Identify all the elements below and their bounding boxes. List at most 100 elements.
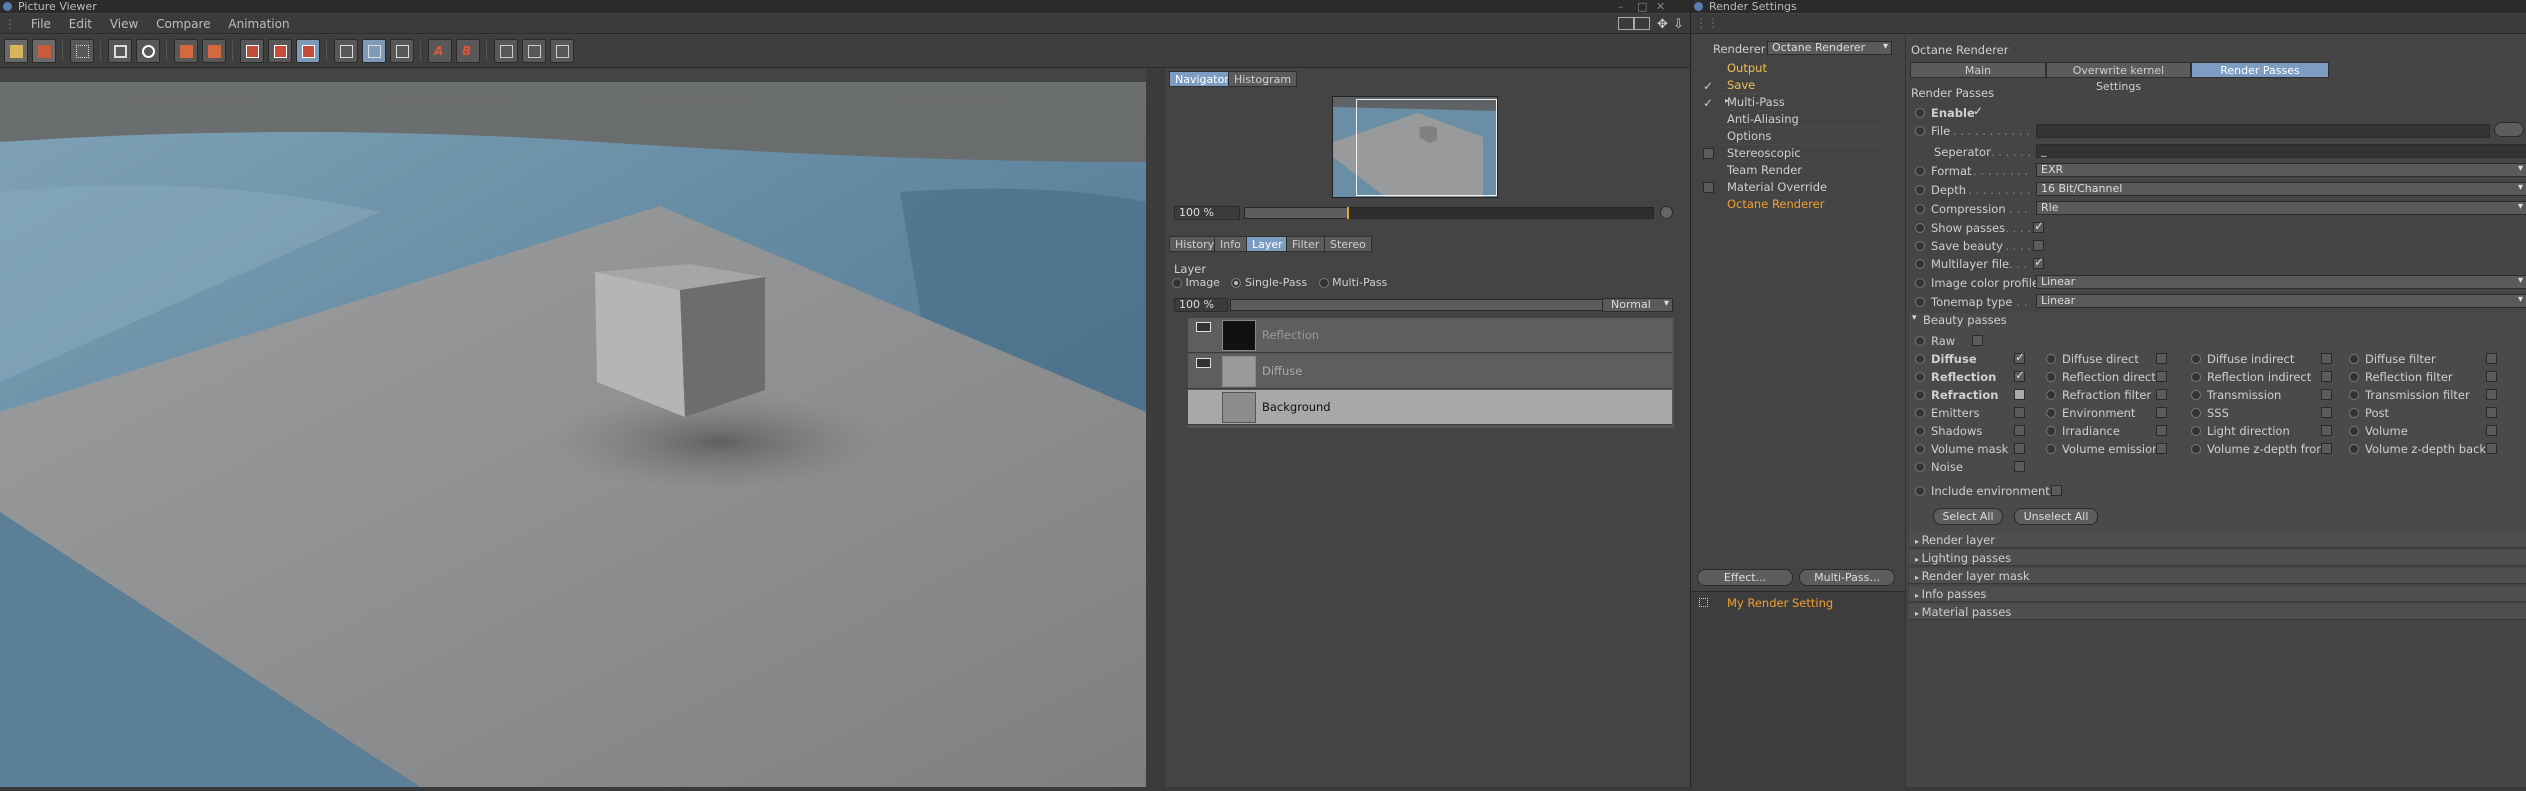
compare-split-button[interactable] xyxy=(362,39,386,63)
diffuse-filter-radio[interactable] xyxy=(2349,354,2359,364)
compression-dropdown[interactable]: Rle xyxy=(2036,201,2526,215)
collapse-arrow-icon[interactable]: ▾ xyxy=(1912,313,1917,323)
maximize-icon[interactable]: □ xyxy=(1637,0,1647,13)
tree-anti-aliasing[interactable]: Anti-Aliasing xyxy=(1719,111,1884,128)
file-radio[interactable] xyxy=(1915,126,1925,136)
layout-single-icon[interactable] xyxy=(1618,17,1634,30)
raw-checkbox[interactable] xyxy=(1972,335,1983,346)
post-radio[interactable] xyxy=(2349,408,2359,418)
shadows-radio[interactable] xyxy=(1915,426,1925,436)
menu-view[interactable]: View xyxy=(103,14,145,34)
arrow-down-icon[interactable]: ⇩ xyxy=(1666,15,1691,35)
volume-z-depth-front-radio[interactable] xyxy=(2191,444,2201,454)
diffuse-radio[interactable] xyxy=(1915,354,1925,364)
menu-file[interactable]: File xyxy=(24,14,58,34)
show-passes-checkbox[interactable] xyxy=(2033,219,2044,233)
tree-options[interactable]: Options xyxy=(1719,128,1884,145)
enable-checkmark-icon[interactable]: ✓ xyxy=(1973,104,1983,118)
file-input[interactable] xyxy=(2036,124,2490,138)
diffuse-direct-radio[interactable] xyxy=(2046,354,2056,364)
paste-button[interactable] xyxy=(202,39,226,63)
navigator-view-rect[interactable] xyxy=(1356,99,1497,196)
tree-output[interactable]: Output xyxy=(1719,60,1884,77)
render-viewport[interactable] xyxy=(0,82,1146,787)
transmission-filter-checkbox[interactable] xyxy=(2486,389,2497,400)
open-file-button[interactable] xyxy=(4,39,28,63)
include-environment-radio[interactable] xyxy=(1915,486,1925,496)
file-browse-button[interactable] xyxy=(2494,122,2524,137)
lighting-passes-section[interactable]: ▸ Lighting passes xyxy=(1909,550,2526,566)
tab-filter[interactable]: Filter xyxy=(1286,236,1326,252)
view-layout-2-button[interactable] xyxy=(522,39,546,63)
sss-checkbox[interactable] xyxy=(2321,407,2332,418)
volume-mask-checkbox[interactable] xyxy=(2014,443,2025,454)
raw-radio[interactable] xyxy=(1915,336,1925,346)
layer-opacity-field[interactable]: 100 % xyxy=(1174,298,1228,312)
show-passes-radio[interactable] xyxy=(1915,223,1925,233)
refraction-radio[interactable] xyxy=(1915,390,1925,400)
sss-radio[interactable] xyxy=(2191,408,2201,418)
tree-material-override[interactable]: Material Override xyxy=(1719,179,1884,196)
reflection-indirect-radio[interactable] xyxy=(2191,372,2201,382)
tonemap-dropdown[interactable]: Linear xyxy=(2036,294,2526,308)
material-override-checkbox[interactable] xyxy=(1703,182,1714,193)
image-color-profile-dropdown[interactable]: Linear xyxy=(2036,275,2526,289)
diffuse-indirect-radio[interactable] xyxy=(2191,354,2201,364)
zoom-field[interactable]: 100 % xyxy=(1174,206,1240,220)
info-passes-section[interactable]: ▸ Info passes xyxy=(1909,586,2526,602)
light-direction-radio[interactable] xyxy=(2191,426,2201,436)
tab-layer[interactable]: Layer xyxy=(1246,236,1289,252)
close-icon[interactable]: ✕ xyxy=(1656,0,1665,13)
mode-multi-pass-radio[interactable] xyxy=(1318,278,1329,288)
volume-emission-radio[interactable] xyxy=(2046,444,2056,454)
reflection-direct-radio[interactable] xyxy=(2046,372,2056,382)
save-beauty-radio[interactable] xyxy=(1915,241,1925,251)
fit-button[interactable] xyxy=(108,39,132,63)
renderer-dropdown[interactable]: Octane Renderer xyxy=(1767,41,1892,55)
volume-mask-radio[interactable] xyxy=(1915,444,1925,454)
view-layout-1-button[interactable] xyxy=(494,39,518,63)
multilayer-checkbox[interactable] xyxy=(2033,255,2044,269)
format-radio[interactable] xyxy=(1915,166,1925,176)
tab-overwrite-kernel[interactable]: Overwrite kernel Settings xyxy=(2046,62,2191,93)
unselect-all-button[interactable]: Unselect All xyxy=(2014,508,2098,525)
compare-ab-button[interactable] xyxy=(334,39,358,63)
checkmark-icon[interactable]: ✓ xyxy=(1703,96,1713,110)
expand-arrow-icon[interactable]: ▸ xyxy=(1725,96,1729,105)
noise-checkbox[interactable] xyxy=(2014,461,2025,472)
layer-row-reflection[interactable]: Reflection xyxy=(1188,318,1672,353)
mode-image-radio[interactable] xyxy=(1172,278,1182,288)
emitters-radio[interactable] xyxy=(1915,408,1925,418)
refraction-checkbox[interactable] xyxy=(2014,389,2025,400)
render-setting-item[interactable]: My Render Setting xyxy=(1727,596,1833,610)
diffuse-checkbox[interactable] xyxy=(2014,350,2025,364)
stereoscopic-checkbox[interactable] xyxy=(1703,148,1714,159)
transmission-radio[interactable] xyxy=(2191,390,2201,400)
checkmark-icon[interactable]: ✓ xyxy=(1703,79,1713,93)
light-direction-checkbox[interactable] xyxy=(2321,425,2332,436)
format-dropdown[interactable]: EXR xyxy=(2036,163,2526,177)
reflection-filter-radio[interactable] xyxy=(2349,372,2359,382)
render-layer-mask-section[interactable]: ▸ Render layer mask xyxy=(1909,568,2526,584)
compression-radio[interactable] xyxy=(1915,204,1925,214)
reflection-filter-checkbox[interactable] xyxy=(2486,371,2497,382)
interactive-region-button[interactable] xyxy=(296,39,320,63)
shadows-checkbox[interactable] xyxy=(2014,425,2025,436)
eye-icon[interactable] xyxy=(1196,322,1211,332)
environment-checkbox[interactable] xyxy=(2156,407,2167,418)
volume-radio[interactable] xyxy=(2349,426,2359,436)
blend-mode-dropdown[interactable]: Normal xyxy=(1602,298,1673,312)
include-environment-checkbox[interactable] xyxy=(2051,485,2062,496)
tab-info[interactable]: Info xyxy=(1214,236,1247,252)
compare-swap-button[interactable] xyxy=(390,39,414,63)
layer-row-background[interactable]: Background xyxy=(1188,390,1672,425)
layer-row-diffuse[interactable]: Diffuse xyxy=(1188,354,1672,389)
render-layer-section[interactable]: ▸ Render layer xyxy=(1909,532,2526,548)
save-file-button[interactable] xyxy=(32,39,56,63)
tree-stereoscopic[interactable]: Stereoscopic xyxy=(1719,145,1884,162)
diffuse-direct-checkbox[interactable] xyxy=(2156,353,2167,364)
save-beauty-checkbox[interactable] xyxy=(2033,240,2044,251)
volume-z-depth-front-checkbox[interactable] xyxy=(2321,443,2332,454)
reflection-direct-checkbox[interactable] xyxy=(2156,371,2167,382)
tab-stereo[interactable]: Stereo xyxy=(1324,236,1372,252)
